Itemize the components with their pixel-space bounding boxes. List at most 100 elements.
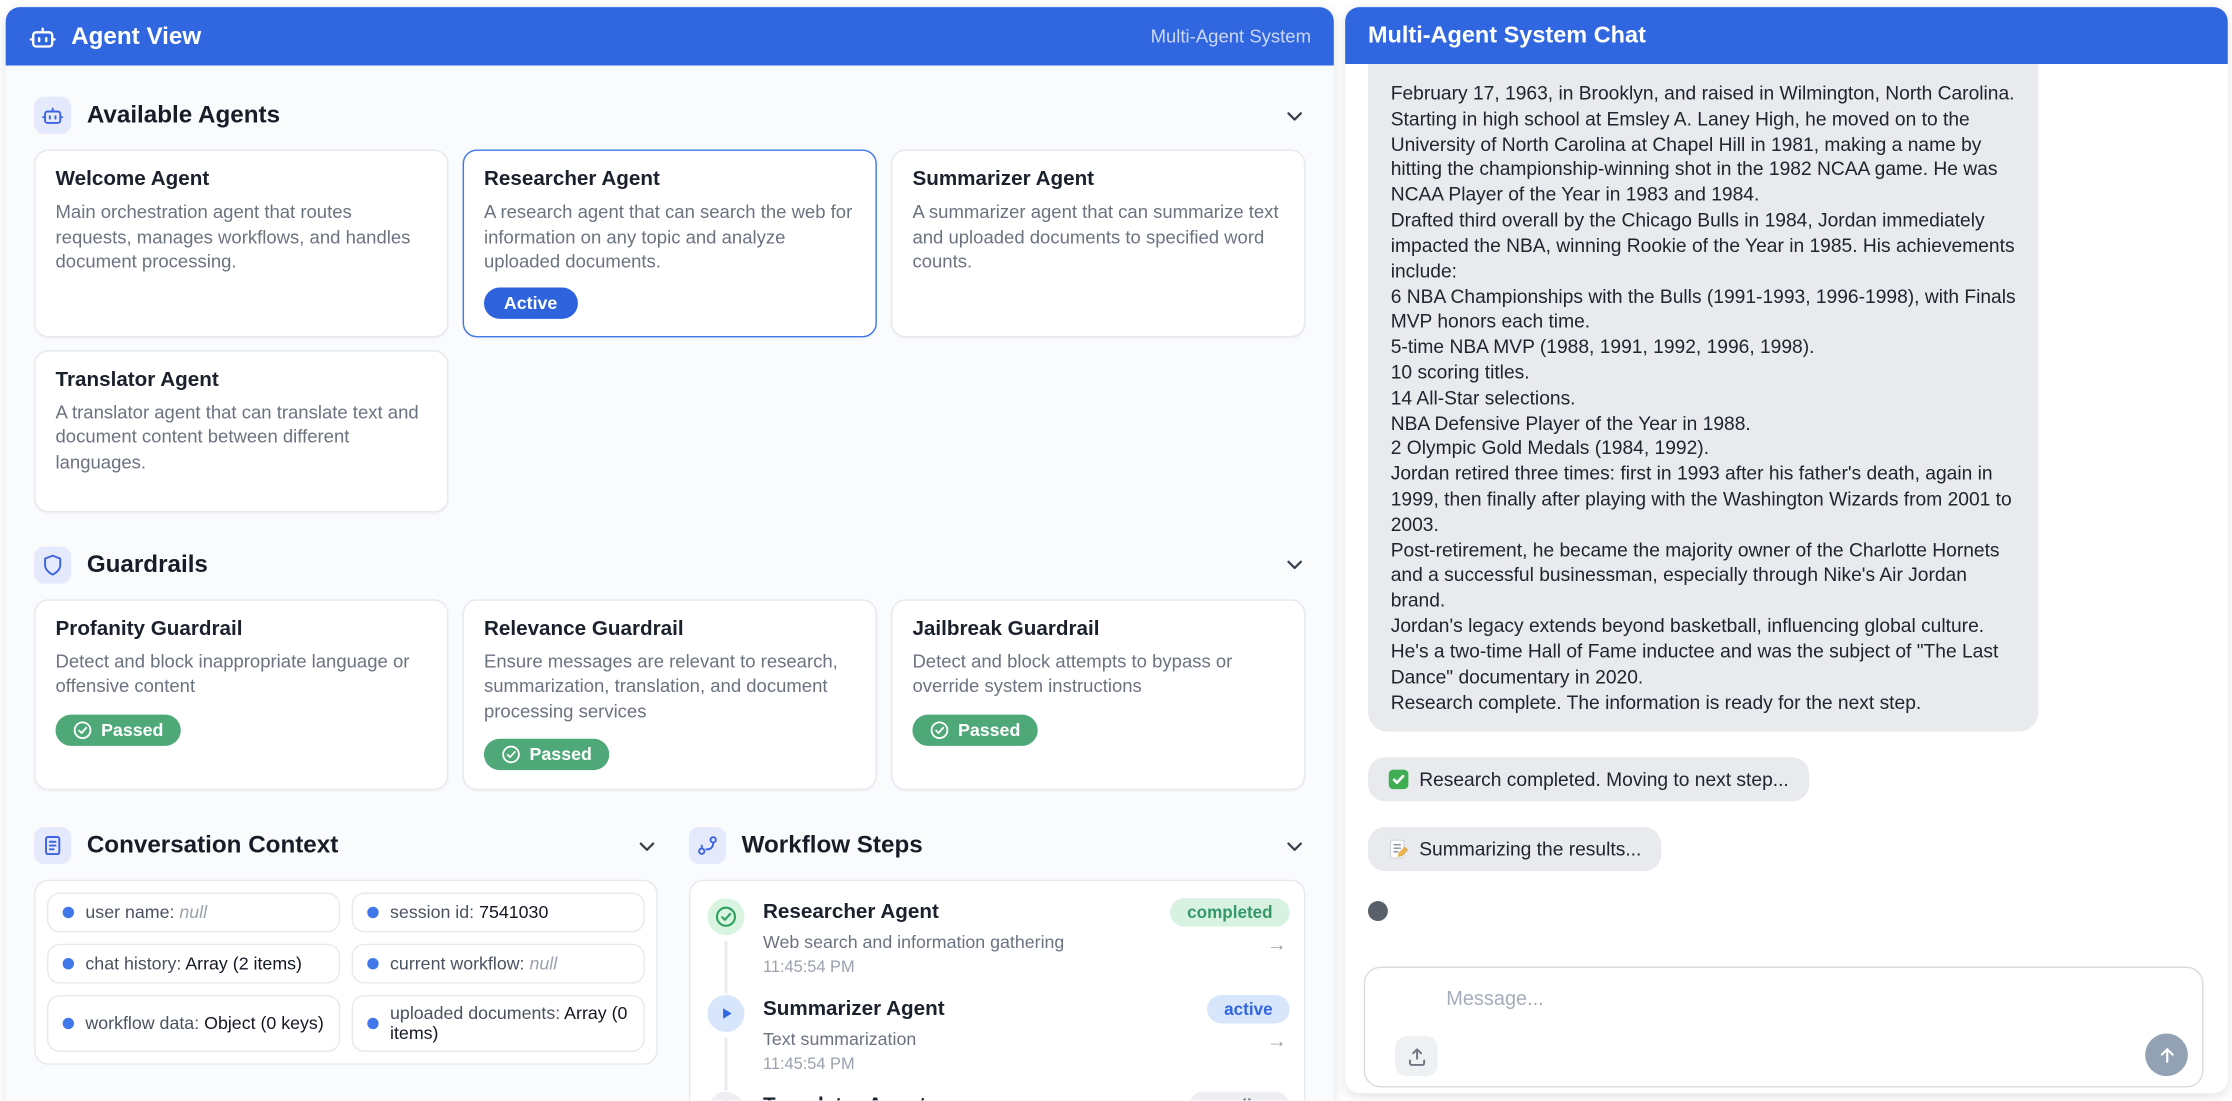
arrow-right-icon[interactable]: → (1267, 933, 1287, 956)
available-agents-section: Available Agents Welcome Agent Main orch… (34, 97, 1305, 512)
context-entry: uploaded documents: Array (0 items) (352, 995, 645, 1052)
step-description: Text summarization (763, 1030, 1290, 1050)
chevron-down-icon[interactable] (1284, 554, 1305, 575)
status-label: Passed (958, 720, 1020, 740)
step-name: Researcher Agent (763, 901, 939, 924)
guardrail-card: Jailbreak Guardrail Detect and block att… (891, 599, 1305, 791)
bullet-dot (63, 958, 74, 969)
agent-card[interactable]: Summarizer Agent A summarizer agent that… (891, 149, 1305, 336)
document-icon (34, 827, 71, 864)
guardrail-name: Jailbreak Guardrail (912, 617, 1284, 640)
context-key: session id: (390, 903, 474, 923)
app-root: Agent View Multi-Agent System Available … (0, 0, 2232, 1100)
send-icon (2156, 1044, 2177, 1065)
workflow-steps-list: Researcher Agent completed Web search an… (707, 899, 1289, 1101)
memo-emoji-icon (1388, 839, 1409, 860)
context-key: user name: (85, 903, 174, 923)
status-message-text: Research completed. Moving to next step.… (1419, 769, 1789, 790)
chevron-down-icon[interactable] (1284, 835, 1305, 856)
conversation-context-section: Conversation Context user name: null (34, 827, 657, 1100)
agents-grid: Welcome Agent Main orchestration agent t… (34, 149, 1305, 511)
play-icon (715, 1003, 738, 1026)
agent-card[interactable]: Welcome Agent Main orchestration agent t… (34, 149, 448, 336)
chat-title: Multi-Agent System Chat (1368, 22, 1646, 49)
typing-indicator-dot (1368, 902, 1388, 922)
upload-button[interactable] (1395, 1036, 1438, 1076)
workflow-steps-title: Workflow Steps (742, 832, 923, 860)
status-badge: Passed (56, 714, 181, 745)
conversation-context-header: Conversation Context (34, 827, 657, 864)
context-value: Object (0 keys) (204, 1014, 324, 1034)
context-card: user name: null session id: 7541030 chat… (34, 880, 657, 1065)
context-entry: chat history: Array (2 items) (47, 944, 340, 984)
guardrails-header: Guardrails (34, 546, 1305, 583)
chevron-down-icon[interactable] (636, 835, 657, 856)
available-agents-header: Available Agents (34, 97, 1305, 134)
workflow-step[interactable]: Researcher Agent completed Web search an… (707, 899, 1289, 996)
status-badge: Passed (912, 714, 1037, 745)
message-input[interactable] (1365, 968, 2202, 1086)
status-label: Passed (530, 745, 592, 765)
context-text: chat history: Array (2 items) (85, 954, 302, 974)
conversation-context-title: Conversation Context (87, 832, 338, 860)
agent-card[interactable]: Researcher Agent A research agent that c… (463, 149, 877, 336)
clock-icon (715, 1099, 738, 1100)
workflow-step[interactable]: Translator Agent pending Language transl… (707, 1092, 1289, 1100)
step-status-badge: pending (1189, 1092, 1290, 1100)
chat-header: Multi-Agent System Chat (1345, 7, 2228, 64)
status-message-bubble: Research completed. Moving to next step.… (1368, 758, 1809, 802)
guardrail-description: Ensure messages are relevant to research… (484, 649, 856, 724)
status-badge: Passed (484, 739, 609, 770)
agent-name: Welcome Agent (56, 168, 428, 191)
guardrail-description: Detect and block inappropriate language … (56, 649, 428, 699)
agent-name: Researcher Agent (484, 168, 856, 191)
guardrail-name: Profanity Guardrail (56, 617, 428, 640)
agent-name: Translator Agent (56, 368, 428, 391)
agent-description: A research agent that can search the web… (484, 199, 856, 274)
context-text: current workflow: null (390, 954, 557, 974)
step-name: Translator Agent (763, 1095, 926, 1100)
guardrail-description: Detect and block attempts to bypass or o… (912, 649, 1284, 699)
step-name: Summarizer Agent (763, 998, 945, 1021)
status-message-bubble: Summarizing the results... (1368, 827, 1661, 871)
active-badge: Active (484, 287, 577, 318)
step-timestamp: 11:45:54 PM (763, 960, 1290, 977)
bottom-row: Conversation Context user name: null (34, 827, 1305, 1100)
agent-view-body: Available Agents Welcome Agent Main orch… (6, 65, 1334, 1100)
context-text: workflow data: Object (0 keys) (85, 1014, 323, 1034)
guardrail-card: Profanity Guardrail Detect and block ina… (34, 599, 448, 791)
guardrail-card: Relevance Guardrail Ensure messages are … (463, 599, 877, 791)
step-status-icon (707, 899, 744, 936)
context-key: chat history: (85, 954, 181, 974)
context-entry: current workflow: null (352, 944, 645, 984)
context-value: null (529, 954, 557, 974)
message-composer (1364, 967, 2204, 1088)
header-subtitle: Multi-Agent System (1151, 26, 1311, 47)
workflow-steps-header: Workflow Steps (689, 827, 1305, 864)
chevron-down-icon[interactable] (1284, 105, 1305, 126)
context-value: null (179, 903, 207, 923)
agent-description: A translator agent that can translate te… (56, 399, 428, 474)
agent-card[interactable]: Translator Agent A translator agent that… (34, 350, 448, 512)
agent-view-panel: Agent View Multi-Agent System Available … (6, 7, 1334, 1100)
check-circle-icon (73, 720, 93, 740)
bullet-dot (63, 907, 74, 918)
send-button[interactable] (2145, 1033, 2188, 1076)
status-label: Passed (101, 720, 163, 740)
status-message-text: Summarizing the results... (1419, 839, 1641, 860)
agent-view-header: Agent View Multi-Agent System (6, 7, 1334, 65)
assistant-message-bubble: February 17, 1963, in Brooklyn, and rais… (1368, 64, 2038, 732)
step-status-icon (707, 995, 744, 1032)
status-messages: Research completed. Moving to next step.… (1368, 758, 2205, 872)
agent-name: Summarizer Agent (912, 168, 1284, 191)
arrow-right-icon[interactable]: → (1267, 1030, 1287, 1053)
bullet-dot (367, 1018, 378, 1029)
step-description: Web search and information gathering (763, 933, 1290, 953)
context-entry: session id: 7541030 (352, 893, 645, 933)
step-status-badge: completed (1170, 899, 1290, 927)
check-emoji-icon (1388, 769, 1409, 790)
bullet-dot (367, 907, 378, 918)
workflow-icon (689, 827, 726, 864)
step-status-badge: active (1207, 995, 1290, 1023)
workflow-step[interactable]: Summarizer Agent active Text summarizati… (707, 995, 1289, 1092)
